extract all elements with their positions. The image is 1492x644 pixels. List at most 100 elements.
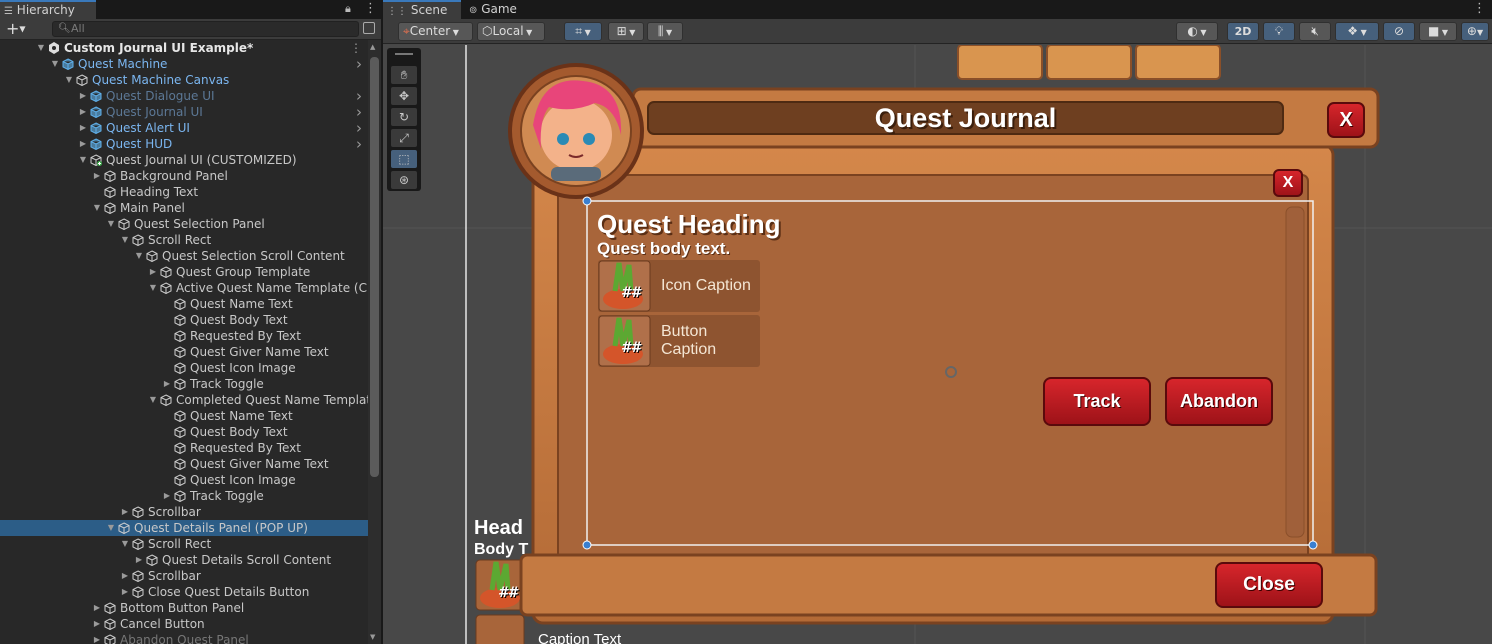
lock-icon[interactable]: 🔒︎ [345,2,351,16]
scroll-down-arrow[interactable]: ▼ [370,633,375,641]
grid-snap-button[interactable]: ⌗ ▼ [564,22,602,41]
expanded-arrow-icon[interactable]: ▼ [78,152,88,168]
hierarchy-row[interactable]: ▼ Quest Journal UI (CUSTOMIZED) [0,152,368,168]
collapsed-arrow-icon[interactable]: ▶ [162,376,172,392]
expanded-arrow-icon[interactable]: ▼ [148,392,158,408]
tab-scene[interactable]: ⋮⋮ Scene [383,0,461,19]
2d-mode-toggle[interactable]: 2D [1227,22,1259,41]
collapsed-arrow-icon[interactable]: ▶ [92,616,102,632]
more-options-icon[interactable]: ⋮ [1473,1,1486,16]
move-tool[interactable]: ✥ [391,87,417,105]
camera-dropdown[interactable]: ■ ▼ [1419,22,1457,41]
expanded-arrow-icon[interactable]: ▼ [64,72,74,88]
increment-snap-button[interactable]: ⫼ ▼ [647,22,683,41]
hierarchy-row[interactable]: ▶ Track Toggle [0,376,368,392]
hierarchy-row[interactable]: ▼ Quest Machine › [0,56,368,72]
hierarchy-row[interactable]: ▶ Quest Details Scroll Content [0,552,368,568]
expanded-arrow-icon[interactable]: ▼ [106,216,116,232]
expanded-arrow-icon[interactable]: ▼ [120,232,130,248]
hierarchy-row[interactable]: ▶ Close Quest Details Button [0,584,368,600]
hierarchy-row[interactable]: ▼ Quest Selection Panel [0,216,368,232]
hierarchy-row[interactable]: ▶ Scrollbar [0,504,368,520]
hierarchy-row[interactable]: ▶ Quest Journal UI › [0,104,368,120]
hierarchy-row[interactable]: Quest Icon Image [0,472,368,488]
tab-game[interactable]: ⊚ Game [465,0,525,19]
abandon-button[interactable]: Abandon [1166,378,1272,425]
hierarchy-row[interactable]: Quest Body Text [0,312,368,328]
hierarchy-row[interactable]: ▶ Bottom Button Panel [0,600,368,616]
more-options-icon[interactable]: ⋮ [350,40,362,56]
hierarchy-tab[interactable]: ☰ Hierarchy [0,0,96,19]
collapsed-arrow-icon[interactable]: ▶ [78,136,88,152]
hierarchy-row[interactable]: ▼ Scroll Rect [0,232,368,248]
palette-grip[interactable] [395,53,413,55]
expanded-arrow-icon[interactable]: ▼ [50,56,60,72]
hand-tool[interactable]: ✋︎ [391,66,417,84]
hierarchy-row[interactable]: Quest Name Text [0,296,368,312]
chevron-right-icon[interactable]: › [356,88,362,104]
hierarchy-row[interactable]: ▶ Background Panel [0,168,368,184]
scene-search-icon[interactable] [363,22,375,34]
pivot-center-dropdown[interactable]: ⌖Center ▼ [398,22,473,41]
hierarchy-row[interactable]: ▼ Completed Quest Name Template [0,392,368,408]
details-close-x-button[interactable]: X [1274,170,1302,196]
expanded-arrow-icon[interactable]: ▼ [92,200,102,216]
space-local-dropdown[interactable]: ⬡Local ▼ [477,22,545,41]
chevron-right-icon[interactable]: › [356,120,362,136]
expanded-arrow-icon[interactable]: ▼ [134,248,144,264]
hierarchy-row[interactable]: ▶ Track Toggle [0,488,368,504]
button-caption[interactable]: Button Caption [661,323,716,359]
expanded-arrow-icon[interactable]: ▼ [36,40,46,56]
shading-mode-dropdown[interactable]: ◐ ▼ [1176,22,1218,41]
gizmos-dropdown[interactable]: ⊕▼ [1461,22,1489,41]
collapsed-arrow-icon[interactable]: ▶ [92,168,102,184]
effects-dropdown[interactable]: ❖ ▼ [1335,22,1379,41]
search-input[interactable]: 🔍︎ All [52,21,359,37]
collapsed-arrow-icon[interactable]: ▶ [148,264,158,280]
hierarchy-row[interactable]: ▶ Quest Group Template [0,264,368,280]
chevron-right-icon[interactable]: › [356,104,362,120]
hierarchy-row[interactable]: Heading Text [0,184,368,200]
hierarchy-row[interactable]: ▶ Quest Dialogue UI › [0,88,368,104]
scene-viewport[interactable]: Quest Journal X X Quest Heading Quest bo… [383,45,1492,644]
chevron-right-icon[interactable]: › [356,136,362,152]
add-button[interactable]: +▼ [6,20,26,39]
collapsed-arrow-icon[interactable]: ▶ [120,584,130,600]
collapsed-arrow-icon[interactable]: ▶ [78,104,88,120]
track-button[interactable]: Track [1044,378,1150,425]
hierarchy-row[interactable]: Quest Icon Image [0,360,368,376]
collapsed-arrow-icon[interactable]: ▶ [120,504,130,520]
hierarchy-row[interactable]: ▼ Quest Selection Scroll Content [0,248,368,264]
collapsed-arrow-icon[interactable]: ▶ [92,600,102,616]
hidden-objects-toggle[interactable]: ⊘ [1383,22,1415,41]
grid-toggle-button[interactable]: ⊞ ▼ [608,22,644,41]
hierarchy-row[interactable]: ▶ Cancel Button [0,616,368,632]
journal-close-x-button[interactable]: X [1328,103,1364,137]
collapsed-arrow-icon[interactable]: ▶ [78,88,88,104]
hierarchy-row[interactable]: Requested By Text [0,440,368,456]
transform-tool[interactable]: ⊛ [391,171,417,189]
hierarchy-row[interactable]: ▼ Active Quest Name Template (CUSTOMIZED) [0,280,368,296]
scroll-up-arrow[interactable]: ▲ [370,43,375,51]
more-options-icon[interactable]: ⋮ [364,1,377,16]
lighting-toggle[interactable]: 💡︎ [1263,22,1295,41]
close-button[interactable]: Close [1216,563,1322,607]
hierarchy-row[interactable]: Quest Body Text [0,424,368,440]
collapsed-arrow-icon[interactable]: ▶ [162,488,172,504]
hierarchy-row[interactable]: ▶ Quest Alert UI › [0,120,368,136]
expanded-arrow-icon[interactable]: ▼ [148,280,158,296]
hierarchy-row[interactable]: ▶ Quest HUD › [0,136,368,152]
collapsed-arrow-icon[interactable]: ▶ [78,120,88,136]
collapsed-arrow-icon[interactable]: ▶ [120,568,130,584]
hierarchy-scroll-thumb[interactable] [370,57,379,477]
hierarchy-row[interactable]: Quest Giver Name Text [0,456,368,472]
expanded-arrow-icon[interactable]: ▼ [106,520,116,536]
audio-toggle[interactable]: 🔇︎ [1299,22,1331,41]
hierarchy-row[interactable]: ▶ Scrollbar [0,568,368,584]
hierarchy-row[interactable]: Requested By Text [0,328,368,344]
hierarchy-row[interactable]: ▶ Abandon Quest Panel [0,632,368,644]
scale-tool[interactable]: ⤢ [391,129,417,147]
hierarchy-row[interactable]: ▼ Quest Machine Canvas [0,72,368,88]
hierarchy-row[interactable]: ▼ Scroll Rect [0,536,368,552]
hierarchy-row[interactable]: ▼ Custom Journal UI Example* ⋮ [0,40,368,56]
